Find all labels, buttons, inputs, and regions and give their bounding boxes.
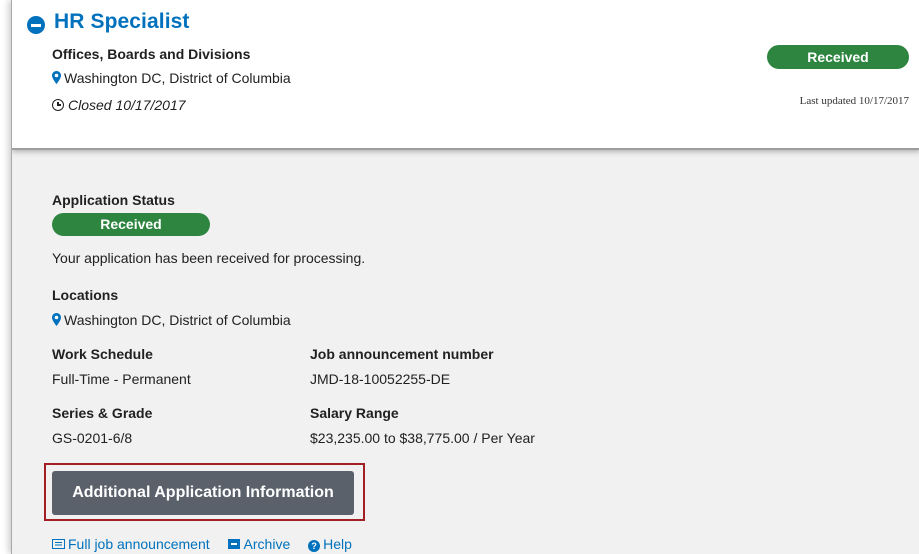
locations-value-text: Washington DC, District of Columbia	[64, 312, 291, 328]
help-link[interactable]: ? Help	[308, 536, 352, 552]
series-grade-value: GS-0201-6/8	[52, 430, 133, 446]
map-pin-icon	[52, 71, 61, 84]
full-job-announcement-label: Full job announcement	[68, 536, 210, 552]
status-badge: Received	[767, 45, 909, 69]
clock-icon	[52, 99, 64, 111]
job-action-links: Full job announcement Archive ? Help	[52, 536, 366, 552]
salary-range-label: Salary Range	[310, 405, 399, 421]
series-grade-label: Series & Grade	[52, 405, 153, 421]
minus-circle-icon[interactable]	[27, 16, 45, 34]
question-circle-icon: ?	[308, 540, 321, 552]
work-schedule-label: Work Schedule	[52, 346, 153, 362]
closed-date: Closed 10/17/2017	[52, 97, 186, 113]
archive-link[interactable]: Archive	[227, 536, 291, 552]
job-application-card: HR Specialist Offices, Boards and Divisi…	[11, 0, 919, 554]
help-label: Help	[323, 536, 352, 552]
job-title[interactable]: HR Specialist	[54, 10, 190, 34]
organization-name: Offices, Boards and Divisions	[52, 46, 251, 62]
last-updated-text: Last updated 10/17/2017	[799, 95, 909, 107]
application-status-label: Application Status	[52, 192, 175, 208]
full-job-announcement-link[interactable]: Full job announcement	[52, 536, 210, 552]
work-schedule-value: Full-Time - Permanent	[52, 371, 191, 387]
salary-range-value: $23,235.00 to $38,775.00 / Per Year	[310, 430, 535, 446]
locations-label: Locations	[52, 287, 119, 303]
additional-application-information-button[interactable]: Additional Application Information	[52, 471, 354, 515]
announcement-number-label: Job announcement number	[310, 346, 494, 362]
map-pin-icon	[52, 313, 61, 326]
job-location: Washington DC, District of Columbia	[52, 70, 291, 86]
announcement-number-value: JMD-18-10052255-DE	[310, 371, 451, 387]
application-status-badge: Received	[52, 213, 210, 236]
archive-label: Archive	[243, 536, 291, 552]
locations-value: Washington DC, District of Columbia	[52, 312, 291, 328]
status-message: Your application has been received for p…	[52, 250, 366, 266]
job-location-text: Washington DC, District of Columbia	[64, 70, 291, 86]
closed-date-text: Closed 10/17/2017	[68, 97, 186, 113]
archive-box-icon	[227, 539, 240, 549]
job-card-header: HR Specialist Offices, Boards and Divisi…	[12, 0, 919, 150]
document-list-icon	[52, 539, 65, 549]
